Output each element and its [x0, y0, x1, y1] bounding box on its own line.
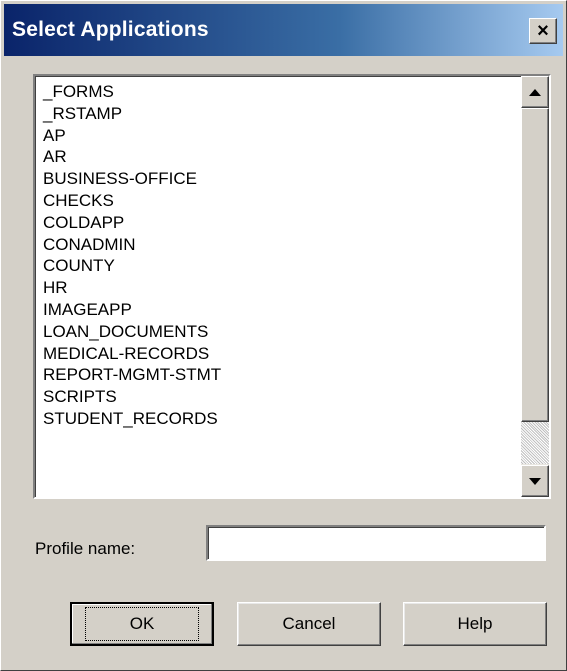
list-item[interactable]: HR — [43, 277, 221, 299]
list-item[interactable]: MEDICAL-RECORDS — [43, 343, 221, 365]
vertical-scrollbar[interactable] — [521, 76, 549, 497]
select-applications-dialog: Select Applications × _FORMS _RSTAMP AP AR B… — [0, 0, 567, 671]
ok-button-label: OK — [84, 607, 200, 641]
profile-name-label: Profile name: — [35, 539, 136, 558]
list-item[interactable]: AP — [43, 125, 221, 147]
list-item[interactable]: REPORT-MGMT-STMT — [43, 364, 221, 386]
list-item[interactable]: CHECKS — [43, 190, 221, 212]
scrollbar-track[interactable] — [521, 422, 549, 464]
close-icon: × — [537, 20, 549, 42]
scroll-up-button[interactable] — [521, 76, 549, 108]
applications-listbox[interactable]: _FORMS _RSTAMP AP AR BUSINESS-OFFICE CHECKS CO… — [33, 74, 551, 499]
scroll-down-button[interactable] — [521, 465, 549, 497]
list-item[interactable]: _FORMS — [43, 81, 221, 103]
list-item[interactable]: COLDAPP — [43, 212, 221, 234]
title-bar[interactable]: Select Applications × — [4, 4, 563, 56]
close-button[interactable]: × — [529, 18, 557, 44]
dialog-title: Select Applications — [12, 18, 209, 41]
help-button[interactable]: Help — [403, 602, 547, 646]
list-item[interactable]: IMAGEAPP — [43, 299, 221, 321]
list-item[interactable]: COUNTY — [43, 255, 221, 277]
list-item[interactable]: STUDENT_RECORDS — [43, 408, 221, 430]
list-item[interactable]: SCRIPTS — [43, 386, 221, 408]
scrollbar-thumb[interactable] — [521, 108, 549, 422]
arrow-down-icon — [529, 477, 541, 485]
list-item[interactable]: CONADMIN — [43, 234, 221, 256]
list-item[interactable]: AR — [43, 146, 221, 168]
arrow-up-icon — [529, 88, 541, 96]
applications-list: _FORMS _RSTAMP AP AR BUSINESS-OFFICE CHECKS CO… — [43, 81, 221, 430]
list-item[interactable]: BUSINESS-OFFICE — [43, 168, 221, 190]
ok-button[interactable]: OK — [70, 602, 214, 646]
profile-name-input[interactable] — [206, 525, 546, 561]
list-item[interactable]: LOAN_DOCUMENTS — [43, 321, 221, 343]
cancel-button[interactable]: Cancel — [237, 602, 381, 646]
list-item[interactable]: _RSTAMP — [43, 103, 221, 125]
